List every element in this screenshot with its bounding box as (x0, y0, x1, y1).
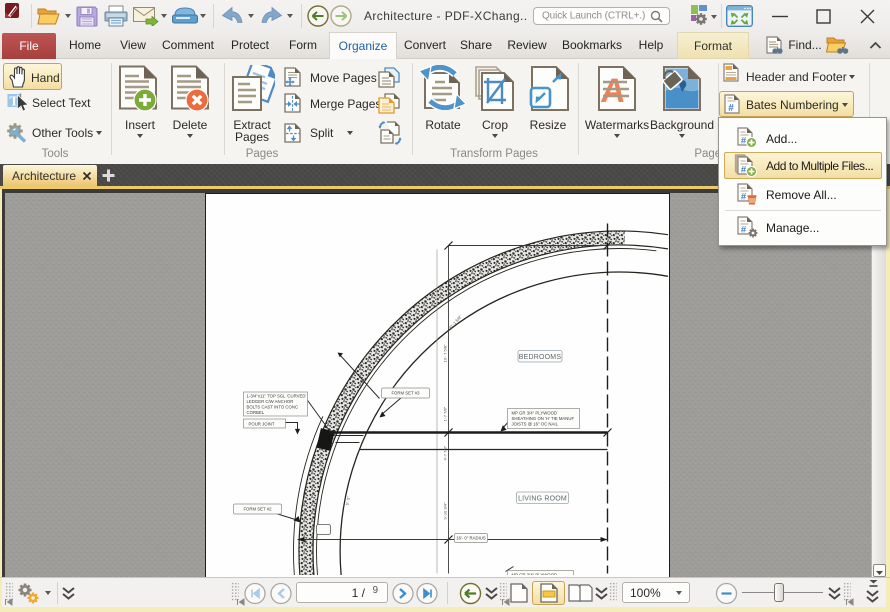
svg-text:5'- 5": 5'- 5" (345, 495, 352, 505)
svg-text:FORM SET #3: FORM SET #3 (391, 391, 420, 396)
svg-text:LEDGER C/W ANCHOR: LEDGER C/W ANCHOR (247, 399, 294, 404)
svg-text:#: # (728, 103, 734, 114)
svg-text:POUR JOINT: POUR JOINT (249, 422, 275, 427)
svg-text:MP GR 3/4" PLYWOOD: MP GR 3/4" PLYWOOD (512, 411, 558, 416)
svg-text:9'-10 3/4": 9'-10 3/4" (443, 502, 448, 519)
svg-text:#: # (741, 165, 747, 176)
svg-text:#: # (741, 192, 747, 203)
svg-text:BEDROOMS: BEDROOMS (519, 354, 562, 361)
svg-text:16'- 0" RADIUS: 16'- 0" RADIUS (456, 536, 486, 541)
svg-text:LIVING ROOM: LIVING ROOM (518, 496, 567, 503)
svg-text:A: A (599, 72, 628, 110)
svg-text:JOISTS @ 16" OC NAIL: JOISTS @ 16" OC NAIL (512, 422, 559, 427)
svg-text:#: # (741, 225, 747, 236)
svg-text:4'-7 7/8": 4'-7 7/8" (443, 445, 448, 460)
svg-text:SHEATHING ON 'H' TIE MANUF: SHEATHING ON 'H' TIE MANUF (512, 416, 575, 421)
svg-text:FORM SET #2: FORM SET #2 (243, 507, 272, 512)
svg-text:#: # (741, 136, 747, 147)
svg-text:MP GR 3/4" PLYWOOD: MP GR 3/4" PLYWOOD (512, 573, 558, 576)
svg-text:1-3/4"x11" TOP SGL 'CURVED': 1-3/4"x11" TOP SGL 'CURVED' (247, 394, 307, 399)
svg-text:1'-7 7/8": 1'-7 7/8" (443, 406, 448, 421)
svg-text:10'- 7 5/8": 10'- 7 5/8" (443, 344, 448, 363)
svg-text:CORBEL: CORBEL (247, 410, 265, 415)
svg-text:BOLTS CAST INTO CONC: BOLTS CAST INTO CONC (247, 405, 299, 410)
